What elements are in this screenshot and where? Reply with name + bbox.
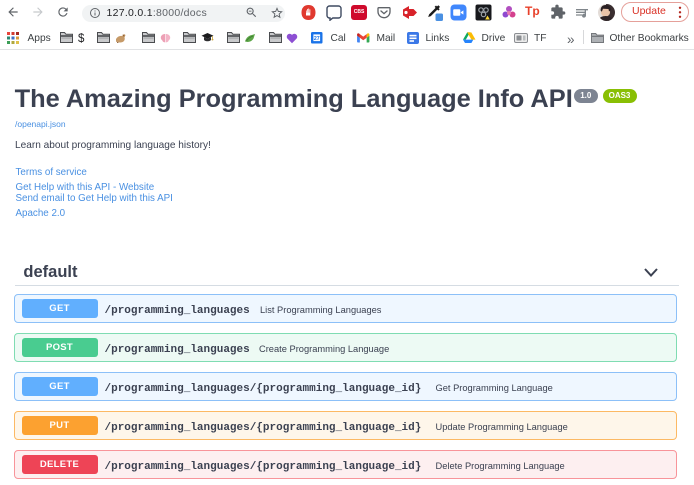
svg-text:27: 27: [314, 36, 320, 42]
